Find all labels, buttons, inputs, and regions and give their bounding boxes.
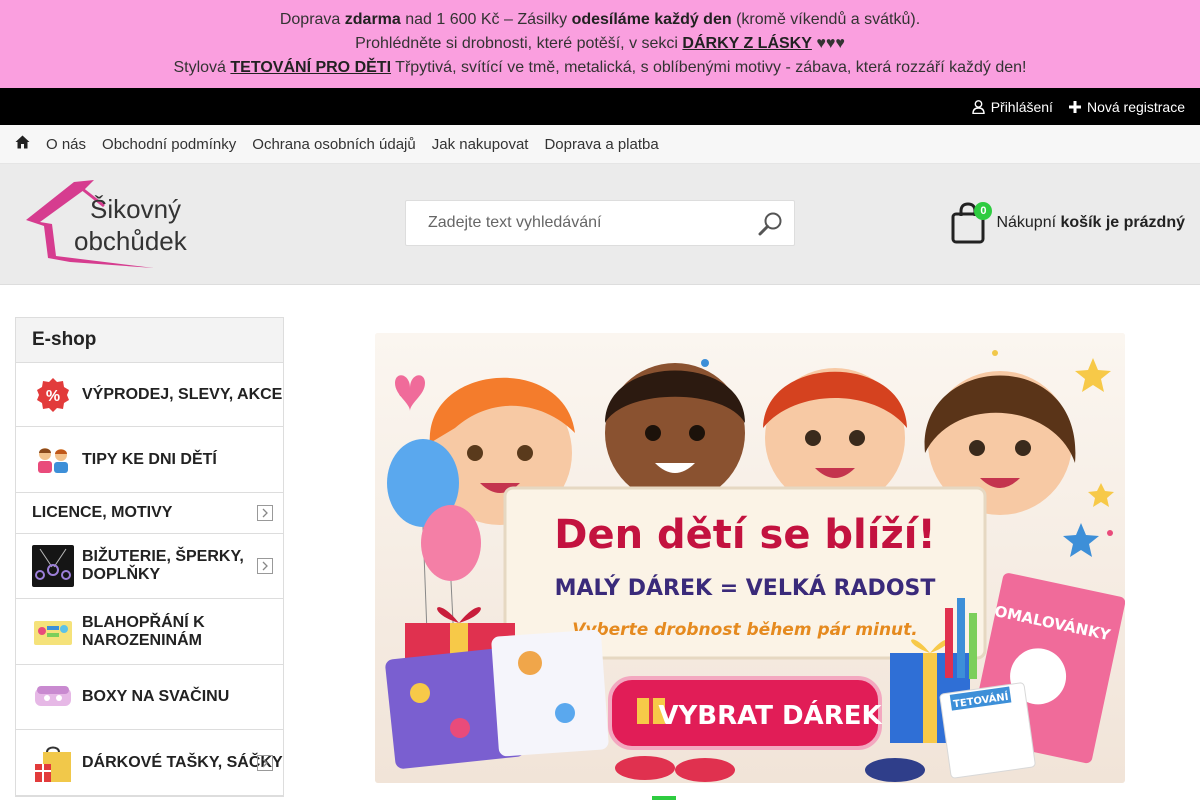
choose-gift-button[interactable]: VYBRAT DÁREK: [608, 676, 883, 750]
site-logo[interactable]: Šikovný obchůdek: [22, 176, 234, 272]
lunchbox-icon: [32, 676, 74, 718]
search-box: [405, 200, 795, 246]
expand-arrow-icon[interactable]: [257, 754, 273, 771]
nav-item-jak-nakupovat[interactable]: Jak nakupovat: [432, 136, 529, 153]
plus-icon: [1068, 100, 1081, 113]
carousel-dot-active[interactable]: [652, 796, 676, 800]
percent-icon: %: [32, 374, 74, 416]
tattoo-sheet-decoration: TETOVÁNÍ: [939, 682, 1036, 779]
announcement-text: Prohlédněte si drobnosti, které potěší, …: [355, 35, 683, 52]
sidebar-item-tipy-den-deti[interactable]: TIPY KE DNI DĚTÍ: [16, 427, 283, 493]
sidebar-item-bizuterie[interactable]: BIŽUTERIE, ŠPERKY, DOPLŇKY: [16, 534, 283, 599]
search-input[interactable]: [406, 201, 746, 245]
sidebar-item-label: BIŽUTERIE, ŠPERKY, DOPLŇKY: [82, 548, 244, 583]
cart-text-prefix: Nákupní: [996, 214, 1061, 231]
category-sidebar: E-shop % VÝPRODEJ, SLEVY, AKCE TIPY KE D…: [15, 317, 284, 797]
gift-bag-icon: [32, 742, 74, 784]
expand-arrow-icon[interactable]: [257, 558, 273, 574]
top-account-bar: Přihlášení Nová registrace: [0, 88, 1200, 125]
choose-gift-button-label: VYBRAT DÁREK: [658, 699, 882, 731]
sidebar-item-label: BOXY NA SVAČINU: [82, 688, 230, 705]
main-navigation: O nás Obchodní podmínky Ochrana osobních…: [0, 125, 1200, 164]
sidebar-item-boxy-svacina[interactable]: BOXY NA SVAČINU: [16, 665, 283, 730]
cart-count-badge: 0: [974, 202, 993, 220]
nav-item-o-nas[interactable]: O nás: [46, 136, 86, 153]
banner-headline: Den dětí se blíží!: [554, 512, 935, 558]
nav-item-doprava-platba[interactable]: Doprava a platba: [544, 136, 658, 153]
sidebar-item-label: DÁRKOVÉ TAŠKY, SÁČKY: [82, 753, 283, 771]
home-icon[interactable]: [15, 135, 30, 154]
sidebar-item-label: BLAHOPŘÁNÍ K NAROZENINÁM: [82, 613, 205, 649]
sidebar-title: E-shop: [16, 318, 283, 363]
logo-line-2: obchůdek: [74, 226, 188, 256]
announcement-text: Stylová: [173, 59, 231, 76]
login-link[interactable]: Přihlášení: [971, 98, 1053, 115]
cart-text-status: košík je prázdný: [1060, 214, 1186, 231]
hearts-text: ♥♥♥: [811, 35, 845, 52]
site-header: Šikovný obchůdek 0 Nákupní košík je práz…: [0, 164, 1200, 285]
logo-line-1: Šikovný: [90, 194, 181, 224]
nav-item-ochrana-udaju[interactable]: Ochrana osobních údajů: [252, 136, 415, 153]
greeting-card-icon: [32, 611, 74, 653]
jewelry-icon: [32, 545, 74, 587]
sidebar-item-label: VÝPRODEJ, SLEVY, AKCE: [82, 385, 283, 403]
announcement-line-2: Prohlédněte si drobnosti, které potěší, …: [0, 32, 1200, 56]
announcement-text: (kromě víkendů a svátků).: [731, 11, 921, 28]
banner-subline: MALÝ DÁREK = VELKÁ RADOST: [555, 575, 936, 601]
promo-banner[interactable]: Den dětí se blíží! MALÝ DÁREK = VELKÁ RA…: [375, 333, 1125, 783]
sidebar-item-blahoprani[interactable]: BLAHOPŘÁNÍ K NAROZENINÁM: [16, 599, 283, 665]
shoes-decoration: [615, 756, 675, 780]
cart-status-text: Nákupní košík je prázdný: [996, 214, 1185, 232]
announcement-text: Doprava: [279, 11, 345, 28]
register-label: Nová registrace: [1086, 98, 1185, 115]
search-icon[interactable]: [758, 211, 784, 237]
darky-z-lasky-link[interactable]: DÁRKY Z LÁSKY: [682, 35, 812, 52]
shopping-bag-icon: 0: [950, 202, 993, 244]
svg-text:%: %: [46, 388, 60, 405]
user-icon: [971, 99, 985, 114]
sidebar-item-licence-motivy[interactable]: LICENCE, MOTIVY: [16, 493, 283, 534]
announcement-line-1: Doprava zdarma nad 1 600 Kč – Zásilky od…: [0, 8, 1200, 32]
carousel-indicators: [652, 796, 676, 800]
announcement-line-3: Stylová TETOVÁNÍ PRO DĚTI Třpytivá, svít…: [0, 56, 1200, 80]
announcement-emphasis: odesíláme každý den: [571, 11, 732, 28]
nav-item-obchodni-podminky[interactable]: Obchodní podmínky: [102, 136, 236, 153]
banner-tagline: Vyberte drobnost během pár minut.: [572, 620, 917, 640]
expand-arrow-icon[interactable]: [257, 505, 273, 521]
sidebar-item-vyprodej[interactable]: % VÝPRODEJ, SLEVY, AKCE: [16, 363, 283, 427]
sidebar-item-label: TIPY KE DNI DĚTÍ: [82, 450, 217, 468]
sidebar-item-darkove-tasky[interactable]: DÁRKOVÉ TAŠKY, SÁČKY: [16, 730, 283, 796]
children-icon: [32, 439, 74, 481]
pencils-decoration: [945, 608, 953, 678]
announcement-emphasis: zdarma: [344, 11, 401, 28]
login-label: Přihlášení: [990, 98, 1053, 115]
sidebar-item-label: LICENCE, MOTIVY: [32, 504, 173, 521]
register-link[interactable]: Nová registrace: [1068, 98, 1185, 115]
announcement-text: nad 1 600 Kč – Zásilky: [400, 11, 572, 28]
announcement-bar: Doprava zdarma nad 1 600 Kč – Zásilky od…: [0, 0, 1200, 88]
tetovani-pro-deti-link[interactable]: TETOVÁNÍ PRO DĚTI: [230, 59, 391, 76]
announcement-text: Třpytivá, svítící ve tmě, metalická, s o…: [391, 59, 1027, 76]
cart-widget[interactable]: 0 Nákupní košík je prázdný: [950, 202, 1185, 244]
